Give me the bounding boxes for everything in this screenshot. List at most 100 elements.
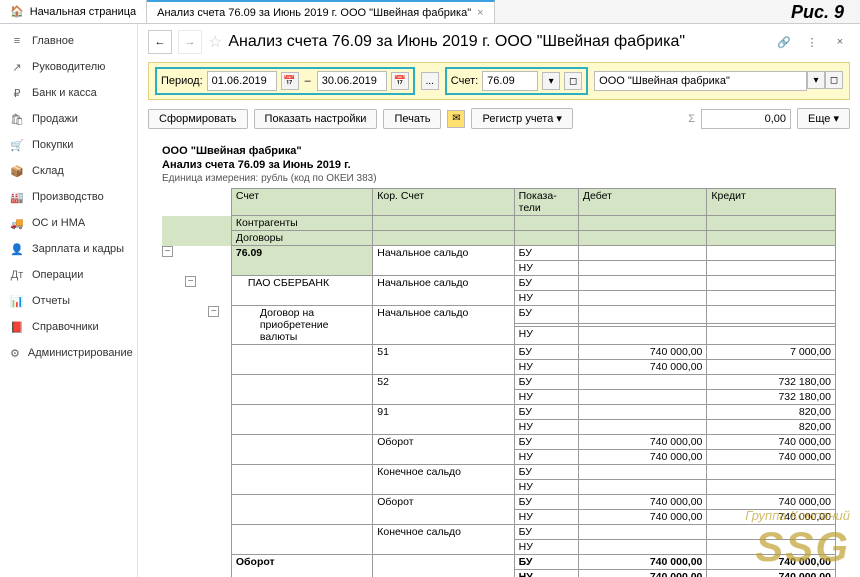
select-icon[interactable]: ▾ [542, 72, 560, 90]
tab-home[interactable]: 🏠 Начальная страница [0, 0, 147, 23]
collapse-icon[interactable]: − [208, 306, 219, 317]
mail-icon[interactable]: ✉ [447, 110, 465, 128]
row-debit [578, 465, 707, 480]
row-debit [578, 327, 707, 345]
sidebar: ≡ Главное ↗Руководителю₽Банк и касса 🛍 Прода… [0, 24, 138, 577]
row-debit: 740 000,00 [578, 360, 707, 375]
tab-bar: 🏠 Начальная страница Анализ счета 76.09 … [0, 0, 860, 24]
row-corr: Начальное сальдо [373, 306, 514, 345]
row-ind: БУ [514, 306, 578, 324]
nav-back[interactable]: ← [148, 30, 172, 54]
sidebar-item-11[interactable]: 📕Справочники [0, 314, 137, 340]
row-ind: НУ [514, 540, 578, 555]
row-debit: 740 000,00 [578, 495, 707, 510]
row-debit [578, 540, 707, 555]
report-table: СчетКор. СчетПоказа- телиДебетКредитКонт… [162, 188, 836, 577]
date-from-input[interactable] [207, 71, 277, 91]
menu-icon[interactable]: ⋮ [802, 32, 822, 52]
row-debit: 740 000,00 [578, 345, 707, 360]
tab-home-label: Начальная страница [30, 6, 136, 18]
form-button[interactable]: Сформировать [148, 109, 248, 129]
sidebar-item-label: Склад [32, 165, 64, 177]
period-dots-button[interactable]: ... [421, 72, 439, 90]
table-row: ОборотБУ740 000,00740 000,00 [162, 495, 836, 510]
sidebar-item-4[interactable]: 🛒Покупки [0, 132, 137, 158]
table-row: 52БУ732 180,00 [162, 375, 836, 390]
row-account [231, 435, 372, 465]
table-row: −Договор на приобретение валютыНачальное… [162, 306, 836, 324]
date-to-input[interactable] [317, 71, 387, 91]
row-debit [578, 390, 707, 405]
sum-field[interactable] [701, 109, 791, 129]
print-button[interactable]: Печать [383, 109, 441, 129]
sidebar-icon: 📦 [10, 164, 24, 178]
figure-label: Рис. 9 [791, 2, 844, 23]
row-debit [578, 405, 707, 420]
org-select-icon[interactable]: ▾ [807, 71, 825, 89]
row-credit [707, 465, 836, 480]
org-input[interactable] [594, 71, 807, 91]
sidebar-icon: ≡ [10, 34, 24, 48]
close-page-icon[interactable]: × [830, 32, 850, 52]
row-credit [707, 540, 836, 555]
row-credit [707, 291, 836, 306]
sidebar-item-8[interactable]: 👤Зарплата и кадры [0, 236, 137, 262]
row-credit [707, 327, 836, 345]
sidebar-item-12[interactable]: ⚙Администрирование [0, 340, 137, 366]
sidebar-item-6[interactable]: 🏭Производство [0, 184, 137, 210]
collapse-icon[interactable]: − [185, 276, 196, 287]
sidebar-item-7[interactable]: 🚚ОС и НМА [0, 210, 137, 236]
nav-forward[interactable]: → [178, 30, 202, 54]
open-icon[interactable]: ◻ [564, 72, 582, 90]
account-group: Счет: ▾ ◻ [445, 67, 588, 95]
calendar-icon-2[interactable]: 📅 [391, 72, 409, 90]
row-debit: 740 000,00 [578, 435, 707, 450]
row-credit: 740 000,00 [707, 570, 836, 577]
register-button[interactable]: Регистр учета ▾ [471, 108, 572, 129]
row-account [231, 465, 372, 495]
sidebar-item-2[interactable]: ₽Банк и касса [0, 80, 137, 106]
calendar-icon[interactable]: 📅 [281, 72, 299, 90]
sidebar-item-10[interactable]: 📊Отчеты [0, 288, 137, 314]
sidebar-item-3[interactable]: 🛍 Продажи [0, 106, 137, 132]
sidebar-item-9[interactable]: ДтОперации [0, 262, 137, 288]
row-corr: Оборот [373, 495, 514, 525]
collapse-icon[interactable]: − [162, 246, 173, 257]
more-button[interactable]: Еще ▾ [797, 108, 850, 129]
row-credit: 740 000,00 [707, 450, 836, 465]
row-credit [707, 360, 836, 375]
sidebar-icon: 🛍 [10, 112, 24, 126]
row-credit: 740 000,00 [707, 555, 836, 570]
row-credit: 820,00 [707, 405, 836, 420]
sidebar-item-label: Производство [32, 191, 104, 203]
row-ind: НУ [514, 420, 578, 435]
star-icon[interactable]: ☆ [208, 32, 222, 52]
row-account [231, 345, 372, 375]
sidebar-item-5[interactable]: 📦 Склад [0, 158, 137, 184]
dash: – [303, 75, 313, 87]
sidebar-item-label: Продажи [32, 113, 78, 125]
settings-button[interactable]: Показать настройки [254, 109, 378, 129]
sidebar-item-0[interactable]: ≡ Главное [0, 28, 137, 54]
content-area: ← → ☆ Анализ счета 76.09 за Июнь 2019 г.… [138, 24, 860, 577]
col-account: Счет [231, 189, 372, 216]
row-corr: Оборот [373, 435, 514, 465]
tab-active-label: Анализ счета 76.09 за Июнь 2019 г. ООО "… [157, 7, 471, 19]
row-ind: БУ [514, 246, 578, 261]
link-icon[interactable]: 🔗 [774, 32, 794, 52]
sidebar-item-label: Покупки [32, 139, 73, 151]
page-title: Анализ счета 76.09 за Июнь 2019 г. ООО "… [228, 33, 685, 51]
row-debit: 740 000,00 [578, 570, 707, 577]
close-icon[interactable]: × [477, 7, 483, 19]
sidebar-item-1[interactable]: ↗Руководителю [0, 54, 137, 80]
filter-bar: Период: 📅 – 📅 ... Счет: ▾ ◻ ▾ ◻ [148, 62, 850, 100]
row-debit: 740 000,00 [578, 450, 707, 465]
account-input[interactable] [482, 71, 538, 91]
table-row: ОборотБУ740 000,00740 000,00 [162, 435, 836, 450]
row-ind: БУ [514, 276, 578, 291]
tab-active[interactable]: Анализ счета 76.09 за Июнь 2019 г. ООО "… [147, 0, 494, 23]
org-open-icon[interactable]: ◻ [825, 71, 843, 89]
row-ind: БУ [514, 495, 578, 510]
row-account [231, 375, 372, 405]
sidebar-item-label: Главное [32, 35, 74, 47]
